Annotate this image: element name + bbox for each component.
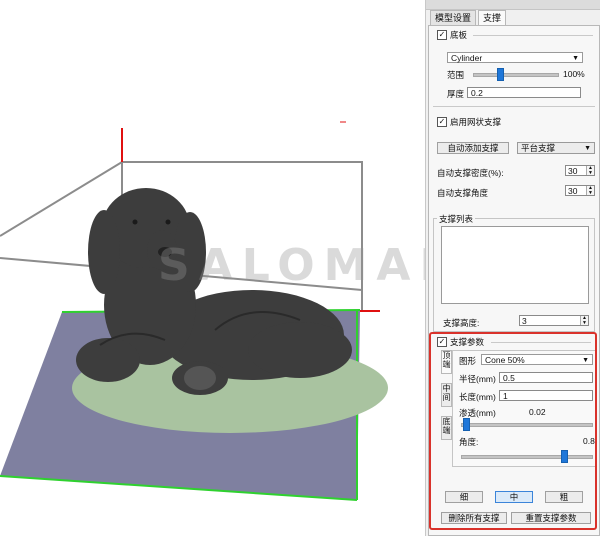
platform-support-select[interactable]: 平台支撑 ▼ <box>517 142 595 154</box>
auto-add-support-button[interactable]: 自动添加支撑 <box>437 142 509 154</box>
grid-support-label: 启用网状支撑 <box>450 117 502 127</box>
range-label: 范围 <box>447 70 465 80</box>
spin-arrows-icon[interactable]: ▲ ▼ <box>586 186 594 195</box>
scene-canvas <box>0 121 388 501</box>
highlight-frame <box>429 332 597 530</box>
support-list-box[interactable] <box>441 226 589 304</box>
thickness-input[interactable]: 0.2 <box>467 87 581 98</box>
auto-angle-label: 自动支撑角度 <box>437 188 489 198</box>
section-separator <box>433 106 595 107</box>
base-shape-select[interactable]: Cylinder ▼ <box>447 52 583 63</box>
range-value: 100% <box>563 69 585 79</box>
auto-density-label: 自动支撑密度(%): <box>437 168 504 178</box>
range-slider-thumb[interactable] <box>497 68 504 81</box>
base-shape-value: Cylinder <box>451 53 483 63</box>
grid-support-checkbox[interactable]: ✓ <box>437 117 447 127</box>
tab-support[interactable]: 支撑 <box>478 10 507 26</box>
chevron-down-icon: ▼ <box>572 55 579 62</box>
range-slider-track[interactable] <box>473 73 559 77</box>
auto-density-value: 30 <box>568 166 578 176</box>
support-list-label: 支撑列表 <box>437 213 476 225</box>
platform-support-value: 平台支撑 <box>521 143 556 153</box>
thickness-label: 厚度 <box>447 89 465 99</box>
auto-angle-value: 30 <box>568 186 578 196</box>
3d-viewport[interactable]: SALOMAN <box>0 0 425 536</box>
base-label: 底板 <box>450 30 468 40</box>
support-height-spinbox[interactable]: 3 ▲ ▼ <box>519 315 589 326</box>
support-height-value: 3 <box>522 316 527 326</box>
dog-model[interactable] <box>76 188 352 395</box>
tab-model-settings[interactable]: 模型设置 <box>430 10 477 25</box>
support-height-label: 支撑高度: <box>443 318 480 328</box>
base-checkbox[interactable]: ✓ <box>437 30 447 40</box>
panel-title-strip <box>426 0 600 10</box>
auto-density-spinbox[interactable]: 30 ▲ ▼ <box>565 165 595 176</box>
auto-angle-spinbox[interactable]: 30 ▲ ▼ <box>565 185 595 196</box>
spin-arrows-icon[interactable]: ▲ ▼ <box>586 166 594 175</box>
chevron-down-icon: ▼ <box>584 145 591 152</box>
spin-arrows-icon[interactable]: ▲ ▼ <box>580 316 588 325</box>
base-separator <box>473 35 593 36</box>
